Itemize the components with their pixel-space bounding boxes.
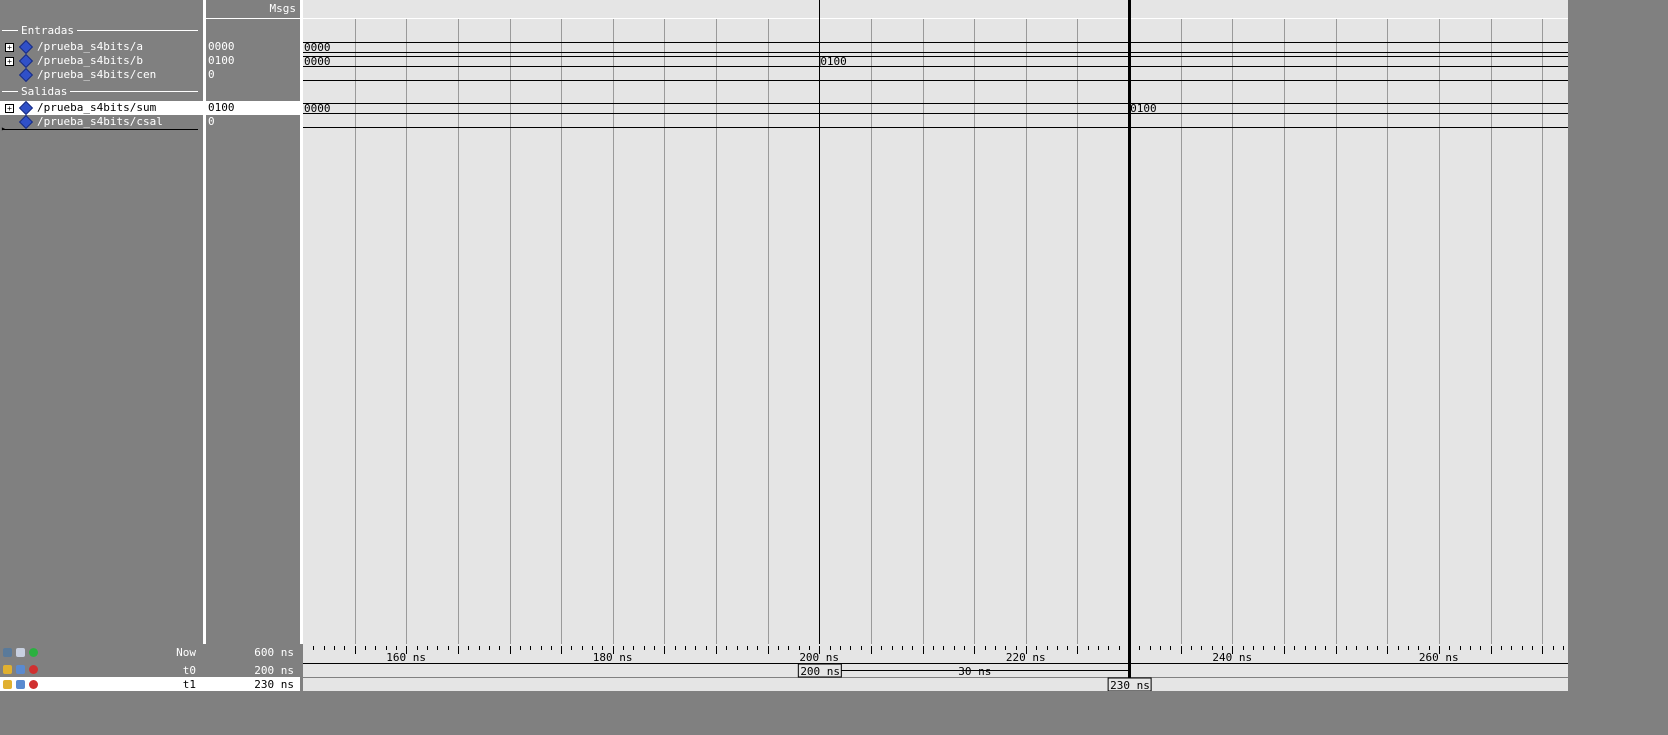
cursor-box-label-t1: 230 ns [1110, 679, 1150, 691]
expand-icon[interactable]: + [5, 104, 14, 113]
lock-icon[interactable] [3, 665, 12, 674]
remove-cursor-icon[interactable] [29, 665, 38, 674]
signal-name: /prueba_s4bits/cen [37, 68, 157, 81]
signal-value: 0 [208, 115, 215, 128]
waveform-canvas[interactable]: 0000 0000 0100 0000 0100 [303, 0, 1568, 644]
insertion-arrow-icon: ▸ [1, 124, 6, 133]
signal-value: 0100 [208, 54, 235, 67]
cursor-row-now: Now 600 ns [0, 644, 300, 660]
bus-value: 0000 [304, 41, 331, 54]
bus-value: 0100 [1130, 102, 1157, 115]
signal-row-a[interactable]: + /prueba_s4bits/a [0, 39, 203, 55]
insertion-marker [2, 129, 198, 130]
bus-value: 0100 [820, 55, 847, 68]
ruler-tick-label: 200 ns [799, 651, 839, 664]
cursor-row-t0[interactable]: t0 200 ns [0, 662, 300, 677]
signal-value-row-selected: 0100 [206, 101, 300, 115]
signal-row-csal[interactable]: /prueba_s4bits/csal [0, 114, 203, 130]
ruler-tick-label: 220 ns [1006, 651, 1046, 664]
signal-name: /prueba_s4bits/csal [37, 115, 163, 128]
cursor-value: 600 ns [254, 646, 294, 659]
add-cursor-icon[interactable] [29, 648, 38, 657]
signal-name: /prueba_s4bits/b [37, 54, 143, 67]
signal-row-sum[interactable]: + /prueba_s4bits/sum [0, 100, 203, 116]
remove-cursor-icon[interactable] [29, 680, 38, 689]
ruler-tick-label: 240 ns [1212, 651, 1252, 664]
signal-icon [18, 39, 34, 55]
ruler-tick-label: 180 ns [593, 651, 633, 664]
expand-icon[interactable]: + [5, 43, 14, 52]
wrench-icon[interactable] [16, 680, 25, 689]
ruler-tick-label: 260 ns [1419, 651, 1459, 664]
signal-value: 0100 [208, 101, 235, 114]
bus-value: 0000 [304, 102, 331, 115]
cursor-value: 230 ns [254, 678, 294, 691]
ruler-tick-label: 160 ns [386, 651, 426, 664]
cursor-name: t0 [182, 664, 196, 677]
wrench-icon[interactable] [16, 665, 25, 674]
edit-cursor-icon[interactable] [16, 648, 25, 657]
signal-value: 0 [208, 68, 215, 81]
expand-icon[interactable]: + [5, 57, 14, 66]
msgs-header-label: Msgs [269, 2, 297, 15]
cursor-delta-label: 30 ns [958, 665, 991, 678]
cursor-pane: Now 600 ns t0 200 ns t1 230 ns 160 ns 180… [0, 644, 1568, 691]
timeline-ruler[interactable]: 160 ns 180 ns 200 ns 220 ns 240 ns 260 ns 30 n… [303, 644, 1568, 691]
cursor-name: t1 [182, 678, 196, 691]
signal-names-pane: Entradas + /prueba_s4bits/a + /prueba_s4… [0, 0, 203, 644]
signal-row-cen[interactable]: /prueba_s4bits/cen [0, 67, 203, 83]
group-label-entradas[interactable]: Entradas [18, 24, 77, 37]
insert-cursor-icon[interactable] [3, 648, 12, 657]
signal-values-pane: Msgs 0000 0100 0 0100 0 [206, 0, 300, 644]
waveform-svg[interactable]: 00000000 01000000 0100 [303, 0, 1568, 644]
signal-name: /prueba_s4bits/sum [37, 101, 157, 114]
signal-icon [18, 53, 34, 69]
cursor-name: Now [176, 646, 196, 659]
group-label-salidas[interactable]: Salidas [18, 85, 71, 98]
signal-name: /prueba_s4bits/a [37, 40, 143, 53]
bus-value: 0000 [304, 55, 331, 68]
signal-icon [18, 114, 34, 130]
lock-icon[interactable] [3, 680, 12, 689]
signal-row-b[interactable]: + /prueba_s4bits/b [0, 53, 203, 69]
cursor-row-t1[interactable]: t1 230 ns [0, 677, 300, 691]
values-header: Msgs [206, 0, 300, 19]
signal-icon [18, 67, 34, 83]
cursor-box-label-t0: 200 ns [800, 665, 840, 678]
signal-value: 0000 [208, 40, 235, 53]
ruler-svg: 160 ns 180 ns 200 ns 220 ns 240 ns 260 ns 30 n… [303, 644, 1568, 691]
signal-icon [18, 100, 34, 116]
cursor-value: 200 ns [254, 664, 294, 677]
